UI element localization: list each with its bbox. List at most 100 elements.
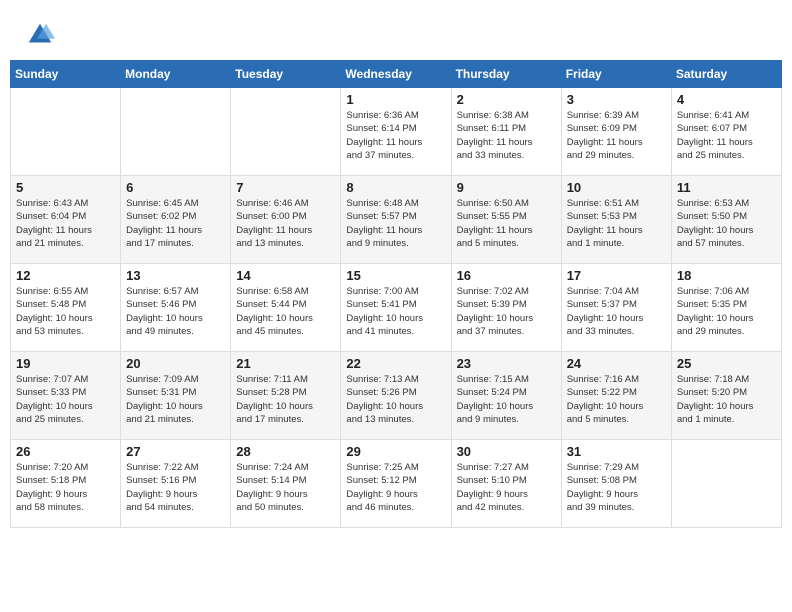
day-number: 6 (126, 180, 225, 195)
calendar-cell: 24Sunrise: 7:16 AM Sunset: 5:22 PM Dayli… (561, 352, 671, 440)
day-info: Sunrise: 6:45 AM Sunset: 6:02 PM Dayligh… (126, 197, 225, 250)
calendar-cell: 15Sunrise: 7:00 AM Sunset: 5:41 PM Dayli… (341, 264, 451, 352)
day-info: Sunrise: 7:13 AM Sunset: 5:26 PM Dayligh… (346, 373, 445, 426)
calendar-cell: 23 Sunrise: 7:15 AM Sunset: 5:24 PM Dayli… (451, 352, 561, 440)
day-info: Sunrise: 7:29 AM Sunset: 5:08 PM Dayligh… (567, 461, 666, 514)
day-info: Sunrise: 7:24 AM Sunset: 5:14 PM Dayligh… (236, 461, 335, 514)
logo-icon (25, 20, 55, 50)
calendar-cell: 20 Sunrise: 7:09 AM Sunset: 5:31 PM Dayli… (121, 352, 231, 440)
day-info: Sunrise: 6:48 AM Sunset: 5:57 PM Dayligh… (346, 197, 445, 250)
day-info: Sunrise: 6:55 AM Sunset: 5:48 PM Dayligh… (16, 285, 115, 338)
calendar-cell: 27 Sunrise: 7:22 AM Sunset: 5:16 PM Dayli… (121, 440, 231, 528)
day-number: 18 (677, 268, 776, 283)
day-info: Sunrise: 6:36 AM Sunset: 6:14 PM Dayligh… (346, 109, 445, 162)
day-number: 28 (236, 444, 335, 459)
day-number: 10 (567, 180, 666, 195)
calendar-cell (231, 88, 341, 176)
day-number: 1 (346, 92, 445, 107)
day-info: Sunrise: 6:51 AM Sunset: 5:53 PM Dayligh… (567, 197, 666, 250)
calendar-week-row: 12 Sunrise: 6:55 AM Sunset: 5:48 PM Dayli… (11, 264, 782, 352)
calendar-cell: 8 Sunrise: 6:48 AM Sunset: 5:57 PM Daylig… (341, 176, 451, 264)
calendar-cell: 11 Sunrise: 6:53 AM Sunset: 5:50 PM Dayli… (671, 176, 781, 264)
day-of-week-header: Sunday (11, 61, 121, 88)
calendar-week-row: 19 Sunrise: 7:07 AM Sunset: 5:33 PM Dayli… (11, 352, 782, 440)
day-of-week-header: Thursday (451, 61, 561, 88)
day-number: 12 (16, 268, 115, 283)
calendar-cell: 2Sunrise: 6:38 AM Sunset: 6:11 PM Daylig… (451, 88, 561, 176)
calendar-cell: 6 Sunrise: 6:45 AM Sunset: 6:02 PM Daylig… (121, 176, 231, 264)
day-info: Sunrise: 7:00 AM Sunset: 5:41 PM Dayligh… (346, 285, 445, 338)
calendar-cell: 29 Sunrise: 7:25 AM Sunset: 5:12 PM Dayli… (341, 440, 451, 528)
calendar-cell: 4Sunrise: 6:41 AM Sunset: 6:07 PM Daylig… (671, 88, 781, 176)
calendar-cell: 7 Sunrise: 6:46 AM Sunset: 6:00 PM Daylig… (231, 176, 341, 264)
calendar-cell: 31 Sunrise: 7:29 AM Sunset: 5:08 PM Dayli… (561, 440, 671, 528)
calendar-cell: 1 Sunrise: 6:36 AM Sunset: 6:14 PM Daylig… (341, 88, 451, 176)
calendar-cell: 21Sunrise: 7:11 AM Sunset: 5:28 PM Dayli… (231, 352, 341, 440)
day-info: Sunrise: 7:11 AM Sunset: 5:28 PM Dayligh… (236, 373, 335, 426)
day-number: 5 (16, 180, 115, 195)
calendar-cell (11, 88, 121, 176)
day-number: 31 (567, 444, 666, 459)
day-info: Sunrise: 6:57 AM Sunset: 5:46 PM Dayligh… (126, 285, 225, 338)
day-info: Sunrise: 6:58 AM Sunset: 5:44 PM Dayligh… (236, 285, 335, 338)
day-number: 29 (346, 444, 445, 459)
calendar-week-row: 1 Sunrise: 6:36 AM Sunset: 6:14 PM Daylig… (11, 88, 782, 176)
calendar-cell: 5Sunrise: 6:43 AM Sunset: 6:04 PM Daylig… (11, 176, 121, 264)
day-of-week-header: Tuesday (231, 61, 341, 88)
day-number: 25 (677, 356, 776, 371)
calendar-cell: 10 Sunrise: 6:51 AM Sunset: 5:53 PM Dayli… (561, 176, 671, 264)
day-info: Sunrise: 7:15 AM Sunset: 5:24 PM Dayligh… (457, 373, 556, 426)
day-number: 11 (677, 180, 776, 195)
calendar-header-row: SundayMondayTuesdayWednesdayThursdayFrid… (11, 61, 782, 88)
day-number: 17 (567, 268, 666, 283)
calendar-week-row: 26 Sunrise: 7:20 AM Sunset: 5:18 PM Dayli… (11, 440, 782, 528)
calendar-cell: 13 Sunrise: 6:57 AM Sunset: 5:46 PM Dayli… (121, 264, 231, 352)
calendar-week-row: 5Sunrise: 6:43 AM Sunset: 6:04 PM Daylig… (11, 176, 782, 264)
day-number: 19 (16, 356, 115, 371)
day-of-week-header: Friday (561, 61, 671, 88)
day-number: 24 (567, 356, 666, 371)
calendar-cell: 17 Sunrise: 7:04 AM Sunset: 5:37 PM Dayli… (561, 264, 671, 352)
calendar-cell: 30 Sunrise: 7:27 AM Sunset: 5:10 PM Dayli… (451, 440, 561, 528)
calendar-cell (121, 88, 231, 176)
day-number: 22 (346, 356, 445, 371)
day-number: 2 (457, 92, 556, 107)
day-info: Sunrise: 7:06 AM Sunset: 5:35 PM Dayligh… (677, 285, 776, 338)
calendar-cell: 26 Sunrise: 7:20 AM Sunset: 5:18 PM Dayli… (11, 440, 121, 528)
day-number: 14 (236, 268, 335, 283)
day-number: 3 (567, 92, 666, 107)
day-info: Sunrise: 7:07 AM Sunset: 5:33 PM Dayligh… (16, 373, 115, 426)
calendar-table: SundayMondayTuesdayWednesdayThursdayFrid… (10, 60, 782, 528)
calendar-cell (671, 440, 781, 528)
day-number: 16 (457, 268, 556, 283)
day-number: 26 (16, 444, 115, 459)
day-info: Sunrise: 6:46 AM Sunset: 6:00 PM Dayligh… (236, 197, 335, 250)
day-number: 23 (457, 356, 556, 371)
calendar-cell: 12 Sunrise: 6:55 AM Sunset: 5:48 PM Dayli… (11, 264, 121, 352)
day-info: Sunrise: 6:39 AM Sunset: 6:09 PM Dayligh… (567, 109, 666, 162)
day-info: Sunrise: 6:50 AM Sunset: 5:55 PM Dayligh… (457, 197, 556, 250)
day-info: Sunrise: 7:22 AM Sunset: 5:16 PM Dayligh… (126, 461, 225, 514)
day-number: 30 (457, 444, 556, 459)
day-info: Sunrise: 7:27 AM Sunset: 5:10 PM Dayligh… (457, 461, 556, 514)
day-info: Sunrise: 7:20 AM Sunset: 5:18 PM Dayligh… (16, 461, 115, 514)
day-number: 7 (236, 180, 335, 195)
day-number: 20 (126, 356, 225, 371)
day-info: Sunrise: 7:18 AM Sunset: 5:20 PM Dayligh… (677, 373, 776, 426)
calendar-cell: 9Sunrise: 6:50 AM Sunset: 5:55 PM Daylig… (451, 176, 561, 264)
day-of-week-header: Saturday (671, 61, 781, 88)
calendar-cell: 28 Sunrise: 7:24 AM Sunset: 5:14 PM Dayli… (231, 440, 341, 528)
calendar-cell: 18 Sunrise: 7:06 AM Sunset: 5:35 PM Dayli… (671, 264, 781, 352)
logo (25, 20, 57, 50)
day-number: 13 (126, 268, 225, 283)
calendar-cell: 22 Sunrise: 7:13 AM Sunset: 5:26 PM Dayli… (341, 352, 451, 440)
day-number: 27 (126, 444, 225, 459)
day-info: Sunrise: 7:04 AM Sunset: 5:37 PM Dayligh… (567, 285, 666, 338)
day-info: Sunrise: 7:09 AM Sunset: 5:31 PM Dayligh… (126, 373, 225, 426)
page-header (10, 10, 782, 55)
calendar-cell: 3 Sunrise: 6:39 AM Sunset: 6:09 PM Daylig… (561, 88, 671, 176)
day-number: 8 (346, 180, 445, 195)
day-of-week-header: Wednesday (341, 61, 451, 88)
day-info: Sunrise: 6:53 AM Sunset: 5:50 PM Dayligh… (677, 197, 776, 250)
day-info: Sunrise: 7:25 AM Sunset: 5:12 PM Dayligh… (346, 461, 445, 514)
